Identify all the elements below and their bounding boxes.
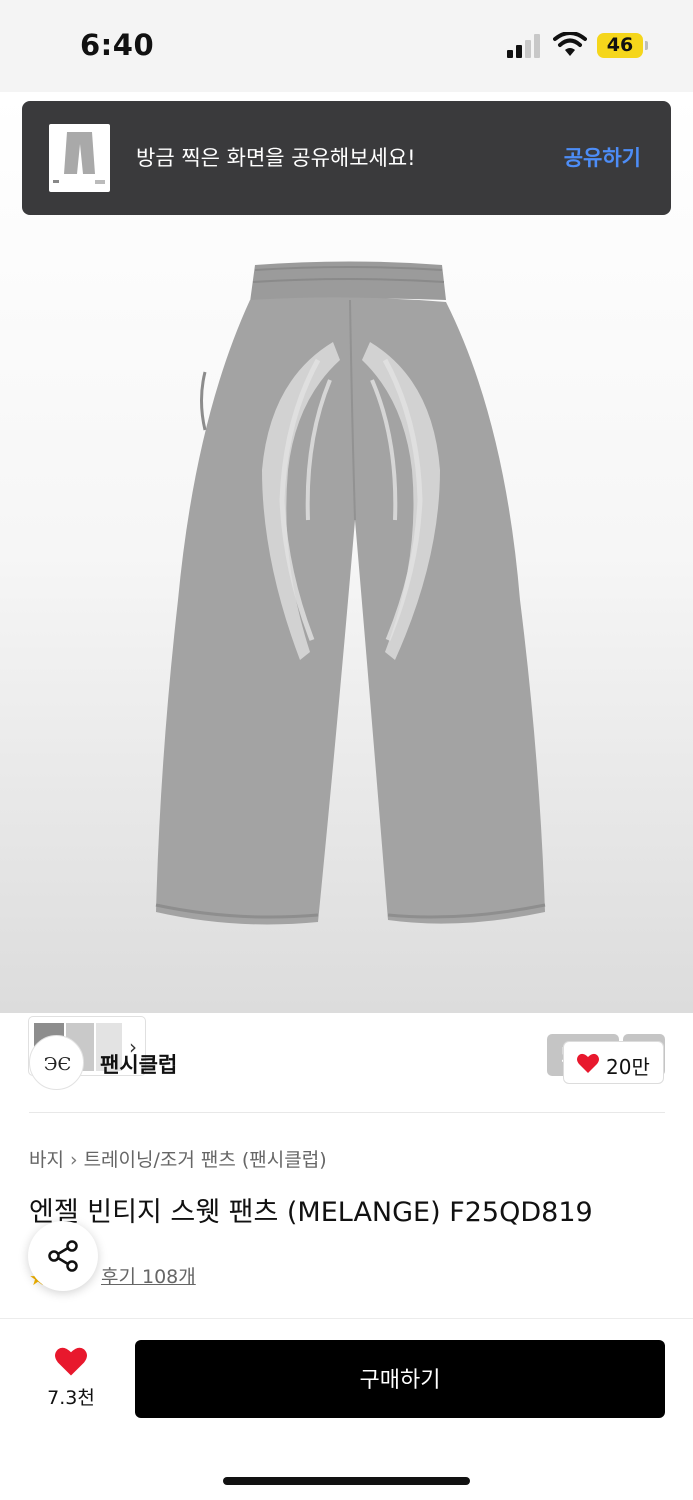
product-title: 엔젤 빈티지 스웻 팬츠 (MELANGE) F25QD819	[29, 1197, 593, 1228]
brand-logo[interactable]: ЭЄ	[29, 1035, 84, 1090]
battery-icon: 46	[597, 33, 643, 58]
breadcrumb: 바지 › 트레이닝/조거 팬츠 (팬시클럽)	[29, 1145, 327, 1172]
status-bar: 6:40 46	[0, 0, 693, 92]
share-banner-button[interactable]: 공유하기	[564, 142, 641, 172]
breadcrumb-item-pants[interactable]: 바지	[29, 1149, 64, 1171]
wishlist-count: 7.3천	[47, 1387, 95, 1409]
heart-icon	[55, 1347, 87, 1376]
battery-tip	[645, 41, 648, 50]
brand-like-count: 20만	[606, 1055, 650, 1079]
wifi-icon	[553, 32, 587, 56]
home-indicator[interactable]	[223, 1477, 470, 1485]
brand-like-button[interactable]: 20만	[563, 1041, 664, 1084]
share-icon	[48, 1240, 78, 1272]
share-screenshot-banner: 방금 찍은 화면을 공유해보세요! 공유하기	[22, 101, 671, 215]
share-banner-message: 방금 찍은 화면을 공유해보세요!	[136, 146, 416, 170]
buy-button[interactable]: 구매하기	[135, 1340, 665, 1418]
divider	[29, 1112, 665, 1113]
cellular-signal-icon	[507, 34, 543, 58]
breadcrumb-item-category[interactable]: 트레이닝/조거 팬츠 (팬시클럽)	[84, 1149, 327, 1171]
product-image	[155, 261, 546, 925]
review-count-link[interactable]: 후기 108개	[101, 1262, 196, 1289]
status-time: 6:40	[80, 28, 155, 62]
screenshot-thumbnail	[49, 124, 110, 192]
bottom-bar-divider	[0, 1318, 693, 1319]
wishlist-button[interactable]: 7.3천	[28, 1345, 114, 1415]
share-button[interactable]	[28, 1221, 98, 1291]
heart-icon	[577, 1053, 599, 1073]
product-image-gallery[interactable]: › 5 / 5	[0, 92, 693, 1076]
svg-text:ЭЄ: ЭЄ	[44, 1054, 72, 1075]
brand-name[interactable]: 팬시클럽	[100, 1049, 177, 1079]
chevron-right-icon: ›	[69, 1149, 78, 1171]
